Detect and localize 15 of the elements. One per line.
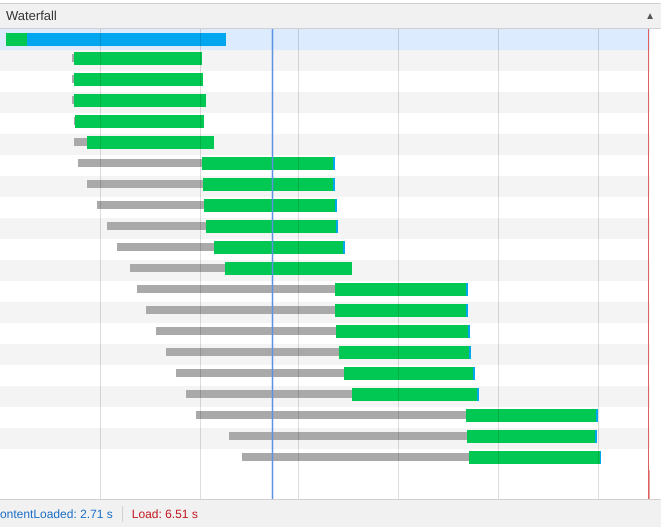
request-row[interactable] (0, 92, 650, 113)
request-row[interactable] (0, 260, 650, 281)
request-row[interactable] (0, 176, 650, 197)
collapse-toggle[interactable]: ▲ (645, 8, 655, 24)
dom-content-loaded-time: ontentLoaded: 2.71 s (0, 506, 114, 522)
request-row[interactable] (0, 29, 650, 50)
load-time: Load: 6.51 s (130, 506, 198, 522)
request-row[interactable] (0, 134, 650, 155)
request-row[interactable] (0, 428, 650, 449)
request-row[interactable] (0, 302, 650, 323)
request-row[interactable] (0, 386, 650, 407)
request-row[interactable] (0, 344, 650, 365)
panel-title: Waterfall (6, 7, 57, 26)
request-row[interactable] (0, 218, 650, 239)
request-row[interactable] (0, 50, 650, 71)
